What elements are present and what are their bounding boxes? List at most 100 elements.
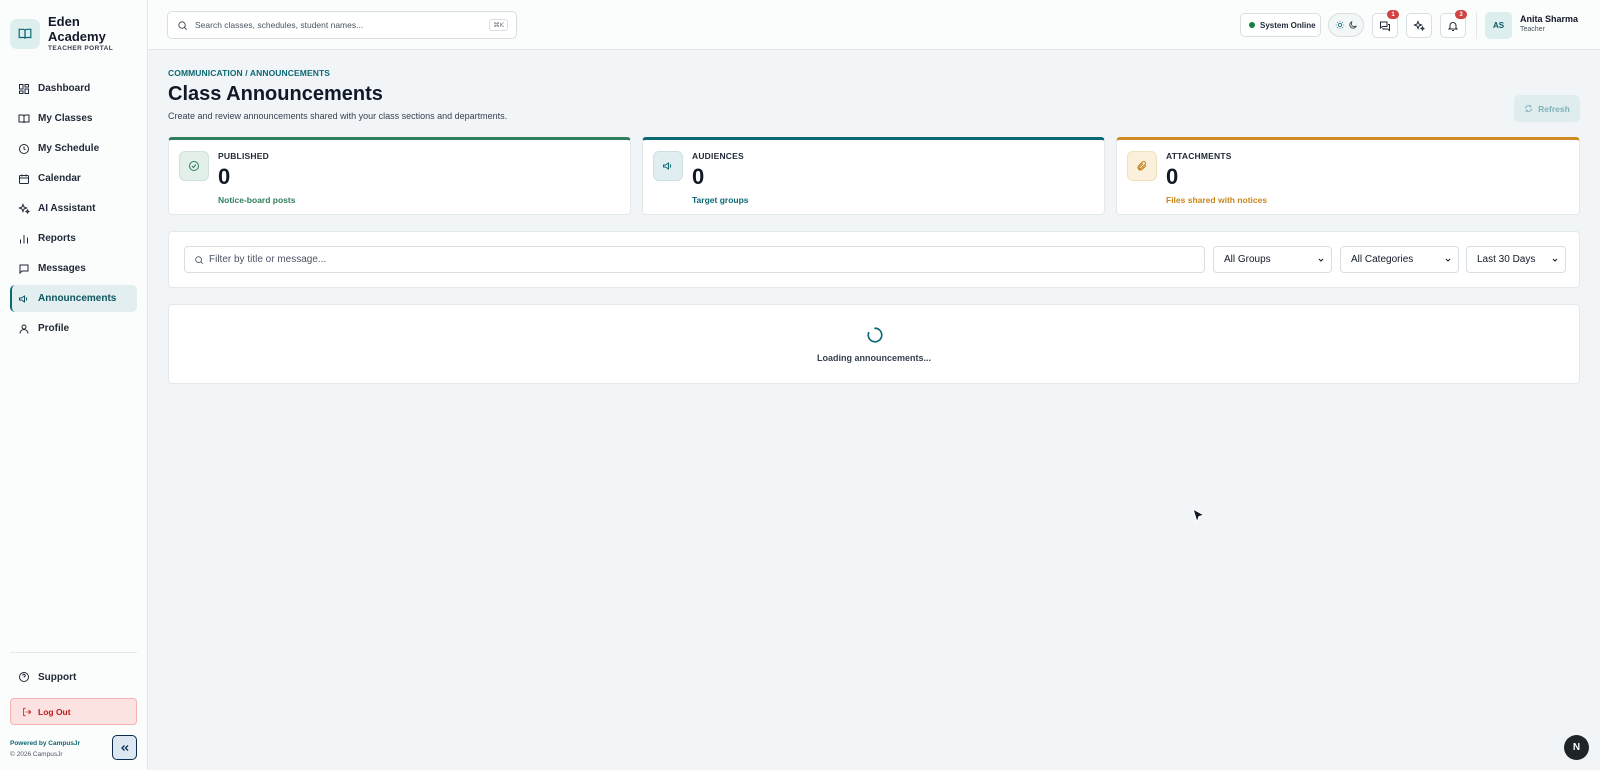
sidebar-item-calendar[interactable]: Calendar — [10, 165, 137, 192]
breadcrumb[interactable]: COMMUNICATION / ANNOUNCEMENTS — [168, 68, 330, 78]
paperclip-icon — [1127, 151, 1157, 181]
stat-label: AUDIENCES — [692, 151, 744, 161]
copyright: © 2026 CampusJr — [10, 751, 63, 758]
sidebar-item-announcements[interactable]: Announcements — [10, 285, 137, 312]
calendar-icon — [19, 174, 29, 184]
support-label: Support — [38, 671, 77, 683]
brand-name: Eden Academy — [48, 14, 106, 44]
sidebar-nav: Dashboard My Classes My Schedule Calenda… — [10, 75, 137, 345]
filter-bar: All Groups All Categories Last 30 Days — [168, 231, 1580, 288]
sidebar-item-label: AI Assistant — [38, 203, 96, 214]
search-icon — [178, 20, 187, 30]
chevron-down-icon — [1318, 258, 1324, 262]
stat-card-published: PUBLISHED 0 Notice-board posts — [168, 137, 631, 215]
sidebar-item-label: Announcements — [38, 293, 117, 304]
megaphone-icon — [19, 294, 28, 303]
notifications-badge: 3 — [1455, 10, 1467, 19]
brand[interactable]: Eden Academy TEACHER PORTAL — [10, 14, 118, 52]
category-select-value: All Categories — [1351, 254, 1414, 265]
floating-action-button[interactable]: N — [1564, 735, 1589, 760]
sidebar-item-messages[interactable]: Messages — [10, 255, 137, 282]
sidebar: Eden Academy TEACHER PORTAL Dashboard My… — [0, 0, 148, 770]
stat-value: 0 — [692, 164, 705, 189]
user-name[interactable]: Anita Sharma — [1520, 14, 1578, 24]
refresh-label: Refresh — [1538, 103, 1570, 114]
system-status: System Online — [1240, 13, 1321, 37]
spinner-icon — [867, 327, 883, 343]
search-icon — [195, 255, 204, 264]
sidebar-item-my-classes[interactable]: My Classes — [10, 105, 137, 132]
refresh-button[interactable]: Refresh — [1514, 95, 1580, 122]
sidebar-item-dashboard[interactable]: Dashboard — [10, 75, 137, 102]
sidebar-item-label: Messages — [38, 263, 86, 274]
topbar-divider — [1476, 12, 1477, 39]
stat-subtitle: Files shared with notices — [1166, 195, 1268, 205]
theme-toggle[interactable] — [1328, 13, 1364, 37]
avatar[interactable]: AS — [1485, 12, 1512, 39]
mouse-cursor-icon — [1192, 508, 1206, 524]
filter-input[interactable] — [209, 254, 1109, 265]
refresh-icon — [1525, 105, 1533, 112]
filter-search[interactable] — [184, 246, 1205, 273]
chevron-down-icon — [1552, 258, 1558, 262]
logout-icon — [23, 707, 32, 716]
notifications-button[interactable]: 3 — [1440, 10, 1467, 38]
date-range-value: Last 30 Days — [1477, 254, 1536, 265]
search-shortcut: ⌘K — [489, 19, 508, 31]
message-icon — [19, 264, 29, 274]
sidebar-item-my-schedule[interactable]: My Schedule — [10, 135, 137, 162]
stat-value: 0 — [218, 164, 231, 189]
user-role: Teacher — [1520, 26, 1545, 33]
user-icon — [19, 324, 29, 334]
sidebar-item-label: Reports — [38, 233, 76, 244]
sidebar-item-profile[interactable]: Profile — [10, 315, 137, 342]
sidebar-divider — [10, 652, 137, 653]
page-description: Create and review announcements shared w… — [168, 111, 508, 121]
loading-text: Loading announcements... — [816, 353, 931, 363]
ai-assistant-button[interactable] — [1406, 13, 1432, 38]
stat-label: ATTACHMENTS — [1166, 151, 1232, 161]
powered-by[interactable]: Powered by CampusJr — [10, 740, 80, 747]
date-range-select[interactable]: Last 30 Days — [1466, 246, 1566, 273]
chevron-down-icon — [1445, 258, 1451, 262]
logout-label: Log Out — [38, 706, 71, 717]
book-logo-icon — [10, 19, 40, 49]
logout-button[interactable]: Log Out — [10, 698, 137, 725]
support-link[interactable]: Support — [10, 664, 137, 690]
book-icon — [18, 114, 30, 123]
status-dot — [1249, 22, 1255, 28]
sun-icon — [1335, 20, 1344, 30]
chevrons-left-icon — [120, 744, 128, 751]
brand-subtitle: TEACHER PORTAL — [48, 45, 114, 52]
chat-icon — [1380, 21, 1390, 31]
sparkles-icon — [18, 202, 30, 214]
category-select[interactable]: All Categories — [1340, 246, 1459, 273]
dashboard-icon — [19, 83, 29, 94]
sidebar-item-label: Dashboard — [38, 83, 91, 94]
messages-badge: 1 — [1387, 10, 1399, 19]
sidebar-item-label: Calendar — [38, 173, 81, 184]
sidebar-item-reports[interactable]: Reports — [10, 225, 137, 252]
search-input[interactable] — [195, 20, 485, 30]
collapse-sidebar-button[interactable] — [112, 735, 137, 760]
page-title: Class Announcements — [168, 83, 383, 105]
global-search[interactable]: ⌘K — [167, 11, 517, 39]
stat-subtitle: Notice-board posts — [218, 195, 296, 205]
stat-label: PUBLISHED — [218, 151, 269, 161]
moon-icon — [1348, 21, 1357, 29]
topbar: ⌘K System Online 1 3 AS Anita Sharma Tea… — [148, 0, 1600, 50]
sidebar-item-ai-assistant[interactable]: AI Assistant — [10, 195, 137, 222]
messages-button[interactable]: 1 — [1372, 10, 1399, 38]
bar-chart-icon — [20, 234, 28, 243]
announcements-list: Loading announcements... — [168, 304, 1580, 384]
sidebar-item-label: My Schedule — [38, 143, 100, 154]
check-circle-icon — [179, 151, 209, 181]
sidebar-item-label: My Classes — [38, 113, 93, 124]
sidebar-item-label: Profile — [38, 323, 70, 334]
help-circle-icon — [19, 672, 29, 682]
megaphone-icon — [653, 151, 683, 181]
sparkles-icon — [1413, 19, 1425, 31]
group-select[interactable]: All Groups — [1213, 246, 1332, 273]
stat-card-attachments: ATTACHMENTS 0 Files shared with notices — [1116, 137, 1580, 215]
stat-value: 0 — [1166, 164, 1179, 189]
